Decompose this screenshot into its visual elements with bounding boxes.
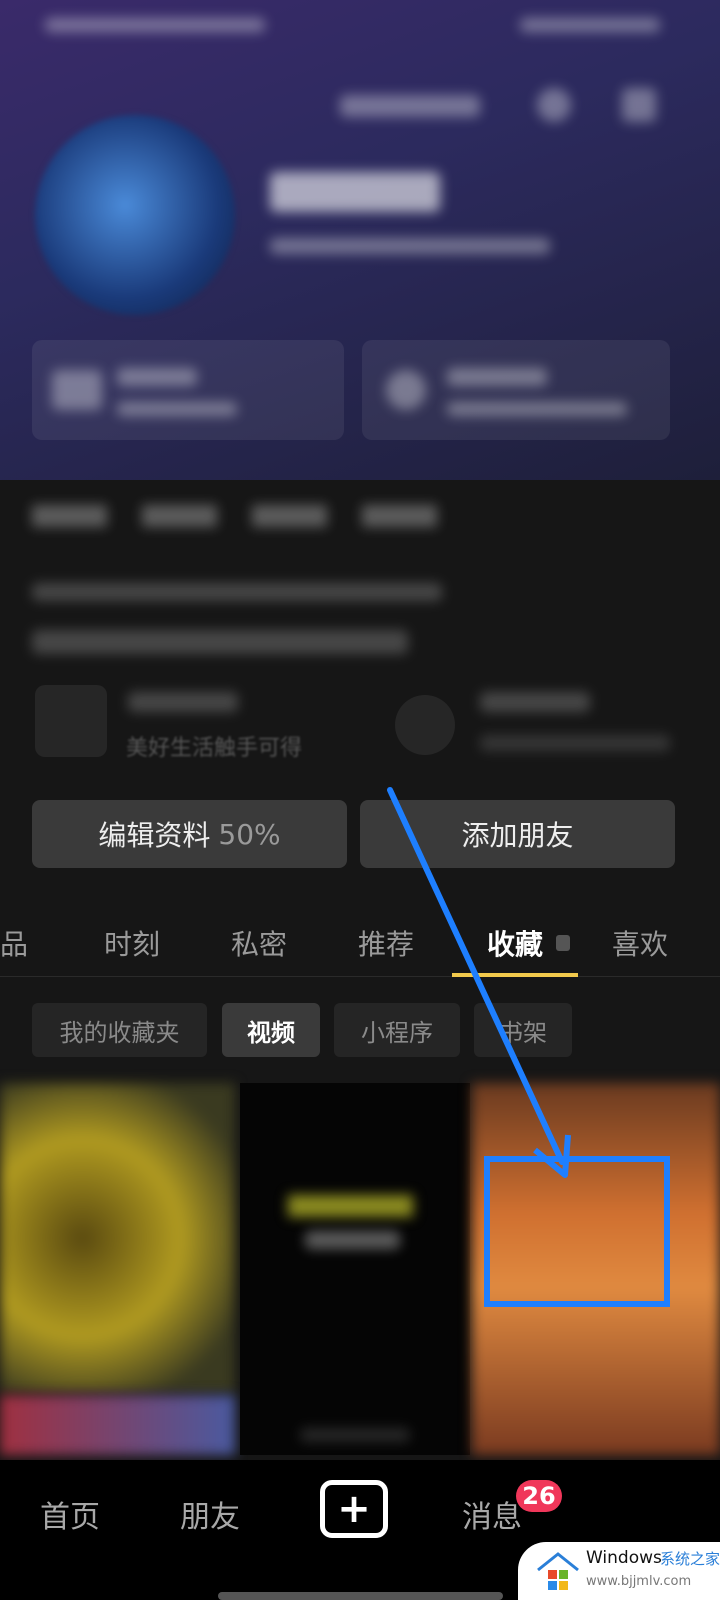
home-indicator bbox=[218, 1592, 503, 1600]
nav-friends[interactable]: 朋友 bbox=[180, 1492, 240, 1536]
watermark-title2: 系统之家 bbox=[660, 1550, 720, 1568]
plus-icon: + bbox=[337, 1486, 371, 1532]
annotation-box bbox=[484, 1156, 670, 1307]
annotation-overlay bbox=[387, 787, 670, 1307]
windows-logo-icon bbox=[537, 1552, 579, 1590]
nav-messages[interactable]: 消息 bbox=[462, 1492, 522, 1536]
watermark-url: www.bjjmlv.com bbox=[586, 1574, 692, 1589]
watermark: Windows 系统之家 www.bjjmlv.com bbox=[518, 1542, 720, 1600]
messages-badge: 26 bbox=[516, 1480, 562, 1512]
create-button[interactable]: + bbox=[320, 1480, 388, 1538]
watermark-title: Windows bbox=[586, 1548, 662, 1568]
annotation-arrow bbox=[387, 787, 565, 1165]
nav-home[interactable]: 首页 bbox=[40, 1492, 100, 1536]
